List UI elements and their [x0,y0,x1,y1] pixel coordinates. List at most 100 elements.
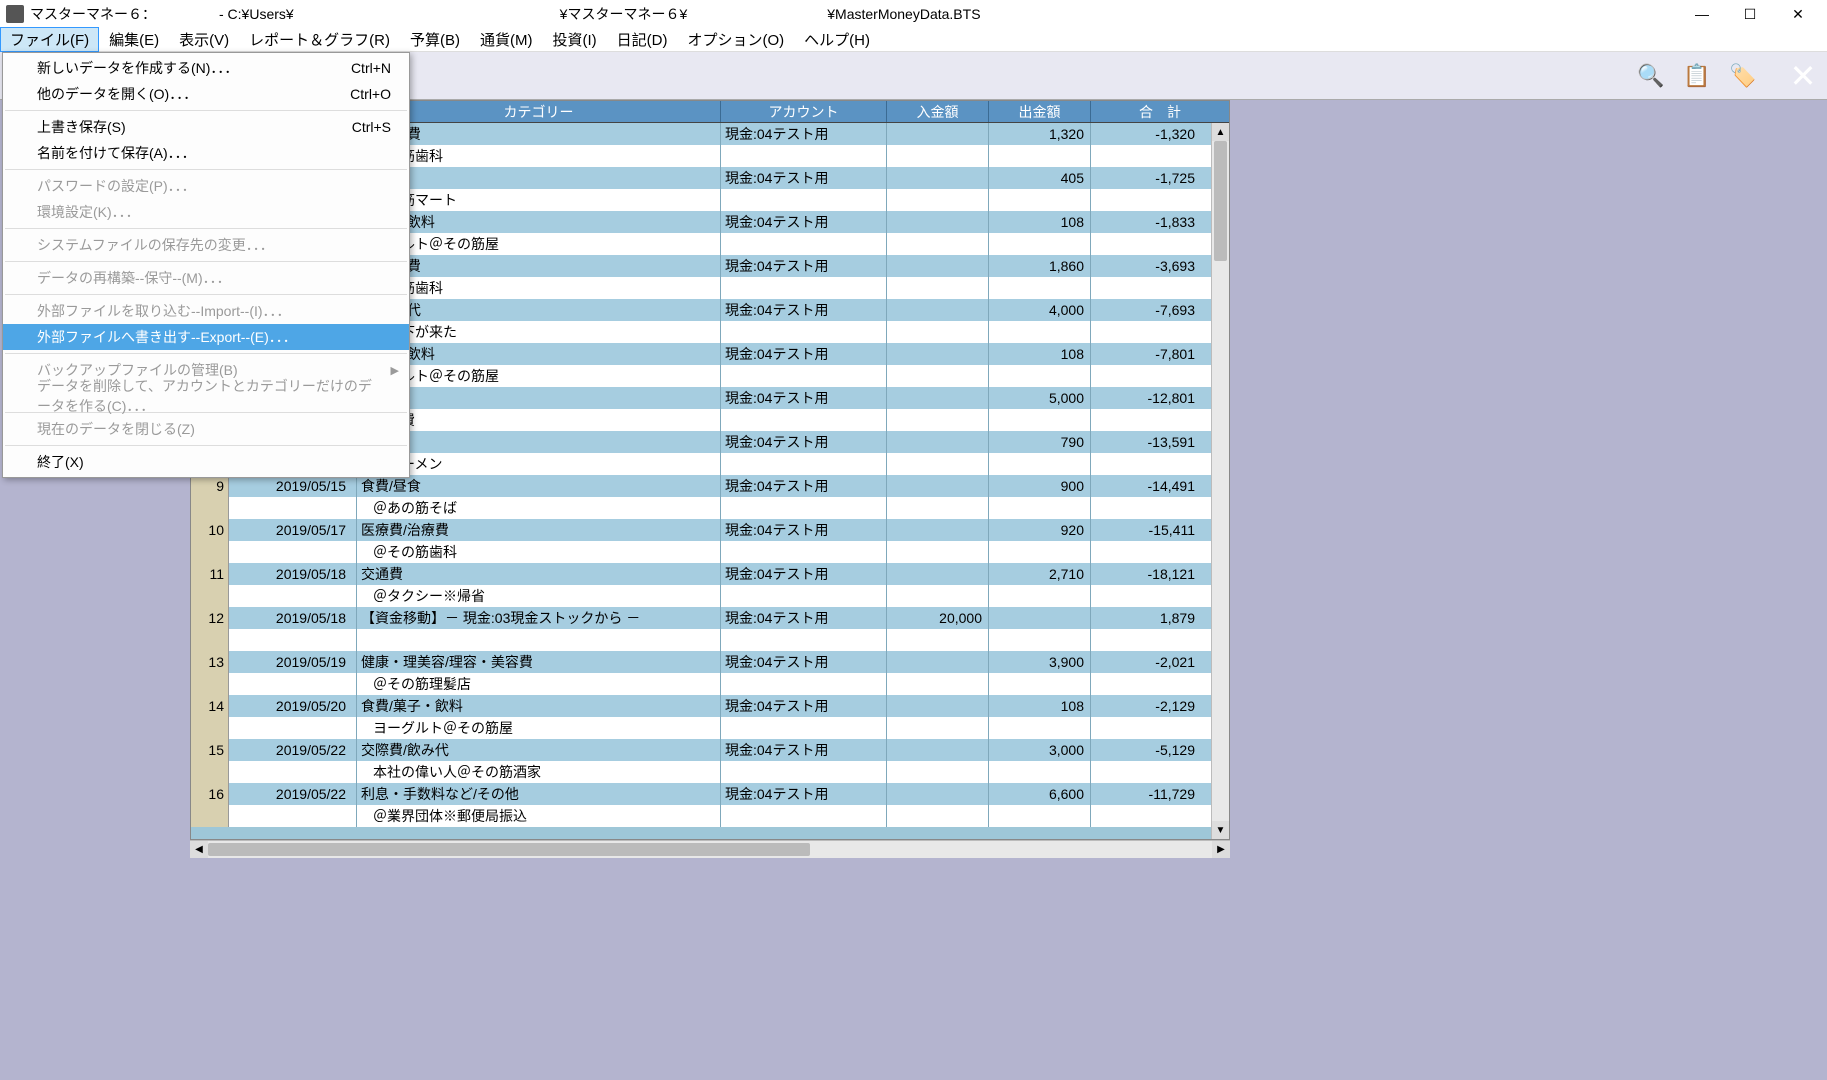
cell-memo [887,629,989,651]
scroll-right-icon[interactable]: ▶ [1212,841,1230,858]
header-in[interactable]: 入金額 [887,101,989,122]
menu-2[interactable]: 表示(V) [169,27,239,52]
cell-tot: -5,129 [1091,739,1201,761]
scroll-down-icon[interactable]: ▼ [1212,821,1229,839]
cell-cat: 医療費/治療費 [357,519,721,541]
maximize-button[interactable]: ☐ [1727,0,1773,28]
cell-in [887,431,989,453]
menu-separator [5,110,407,111]
horizontal-scrollbar[interactable]: ◀ ▶ [190,840,1230,858]
menu-item-label: パスワードの設定(P)．．． [37,176,196,196]
cell-out: 2,710 [989,563,1091,585]
cell-memo [229,585,357,607]
table-row[interactable]: 152019/05/22交際費/飲み代現金:04テスト用3,000-5,129本… [191,739,1229,783]
menu-5[interactable]: 通貨(M) [470,27,543,52]
cell-date: 2019/05/18 [229,563,357,585]
menu-0[interactable]: ファイル(F) [0,27,99,52]
close-panel-icon[interactable]: ✕ [1785,58,1821,94]
menu-separator [5,228,407,229]
cell-memo [989,497,1091,519]
cell-cat: /昼食 [357,167,721,189]
cell-memo [1091,717,1201,739]
table-row[interactable]: 122019/05/18【資金移動】－ 現金:03現金ストックから －現金:04… [191,607,1229,651]
table-row[interactable]: 162019/05/22利息・手数料など/その他現金:04テスト用6,600-1… [191,783,1229,827]
menu-6[interactable]: 投資(I) [542,27,606,52]
cell-tot: -2,129 [1091,695,1201,717]
table-row[interactable]: 102019/05/17医療費/治療費現金:04テスト用920-15,411＠そ… [191,519,1229,563]
menu-3[interactable]: レポート＆グラフ(R) [239,27,400,52]
cell-out: 6,600 [989,783,1091,805]
scroll-thumb[interactable] [1214,141,1227,261]
cell-tot: -1,725 [1091,167,1201,189]
tag-icon[interactable]: 🏷️ [1729,62,1757,90]
close-button[interactable]: ✕ [1775,0,1821,28]
file-menu-item-6: パスワードの設定(P)．．． [3,173,409,199]
cell-acc: 現金:04テスト用 [721,607,887,629]
cell-memo: ＠その筋歯科 [357,541,721,563]
scroll-up-icon[interactable]: ▲ [1212,123,1229,141]
cell-memo [989,805,1091,827]
cell-memo: その筋歯科 [357,145,721,167]
cell-cat: 食費/菓子・飲料 [357,695,721,717]
header-total[interactable]: 合 計 [1091,101,1229,122]
table-row[interactable]: 132019/05/19健康・理美容/理容・美容費現金:04テスト用3,900-… [191,651,1229,695]
file-menu-item-3[interactable]: 上書き保存(S)Ctrl+S [3,114,409,140]
minimize-button[interactable]: — [1679,0,1725,28]
cell-memo [887,145,989,167]
menu-9[interactable]: ヘルプ(H) [794,27,880,52]
table-row[interactable]: 92019/05/15食費/昼食現金:04テスト用900-14,491＠あの筋そ… [191,475,1229,519]
cell-memo [887,585,989,607]
scroll-left-icon[interactable]: ◀ [190,841,208,858]
header-category[interactable]: カテゴリー [357,101,721,122]
cell-memo [191,497,229,519]
cell-acc: 現金:04テスト用 [721,167,887,189]
cell-in [887,387,989,409]
cell-memo [887,453,989,475]
cell-cat: 費/治療費 [357,255,721,277]
menu-8[interactable]: オプション(O) [677,27,794,52]
menu-separator [5,169,407,170]
menu-item-shortcut: Ctrl+O [350,86,391,102]
cell-tot: -7,693 [1091,299,1201,321]
hscroll-thumb[interactable] [208,843,810,856]
cell-memo: ＠タクシー※帰省 [357,585,721,607]
cell-out: 790 [989,431,1091,453]
menu-item-shortcut: Ctrl+S [352,119,391,135]
menu-item-label: 名前を付けて保存(A)．．． [37,143,196,163]
header-account[interactable]: アカウント [721,101,887,122]
cell-in: 20,000 [887,607,989,629]
file-menu-item-4[interactable]: 名前を付けて保存(A)．．． [3,140,409,166]
menu-4[interactable]: 予算(B) [400,27,470,52]
cell-date: 2019/05/22 [229,739,357,761]
cell-memo [229,497,357,519]
cell-memo [721,717,887,739]
menu-7[interactable]: 日記(D) [607,27,678,52]
table-row[interactable]: 142019/05/20食費/菓子・飲料現金:04テスト用108-2,129ヨー… [191,695,1229,739]
cell-date: 2019/05/15 [229,475,357,497]
vertical-scrollbar[interactable]: ▲ ▼ [1211,123,1229,839]
titlebar: マスターマネー６： - C:¥Users¥ ¥マスターマネー６¥ ¥Master… [0,0,1827,28]
cell-memo [191,629,229,651]
cell-memo [721,673,887,695]
cell-date: 2019/05/18 [229,607,357,629]
cell-tot: -7,801 [1091,343,1201,365]
cell-acc: 現金:04テスト用 [721,431,887,453]
cell-memo [1091,541,1201,563]
table-row[interactable]: 112019/05/18交通費現金:04テスト用2,710-18,121＠タクシ… [191,563,1229,607]
cell-idx: 11 [191,563,229,585]
cell-out: 405 [989,167,1091,189]
search-icon[interactable]: 🔍 [1637,62,1665,90]
cell-acc: 現金:04テスト用 [721,343,887,365]
file-menu-item-1[interactable]: 他のデータを開く(O)．．．Ctrl+O [3,81,409,107]
cell-in [887,519,989,541]
cell-memo [191,805,229,827]
menu-1[interactable]: 編集(E) [99,27,169,52]
header-out[interactable]: 出金額 [989,101,1091,122]
cell-cat: /昼食 [357,431,721,453]
cell-memo [721,805,887,827]
file-menu-item-21[interactable]: 終了(X) [3,449,409,475]
file-menu-item-0[interactable]: 新しいデータを作成する(N)．．．Ctrl+N [3,55,409,81]
list-icon[interactable]: 📋 [1683,62,1711,90]
cell-tot: -12,801 [1091,387,1201,409]
file-menu-item-14[interactable]: 外部ファイルへ書き出す--Export--(E)．．． [3,324,409,350]
